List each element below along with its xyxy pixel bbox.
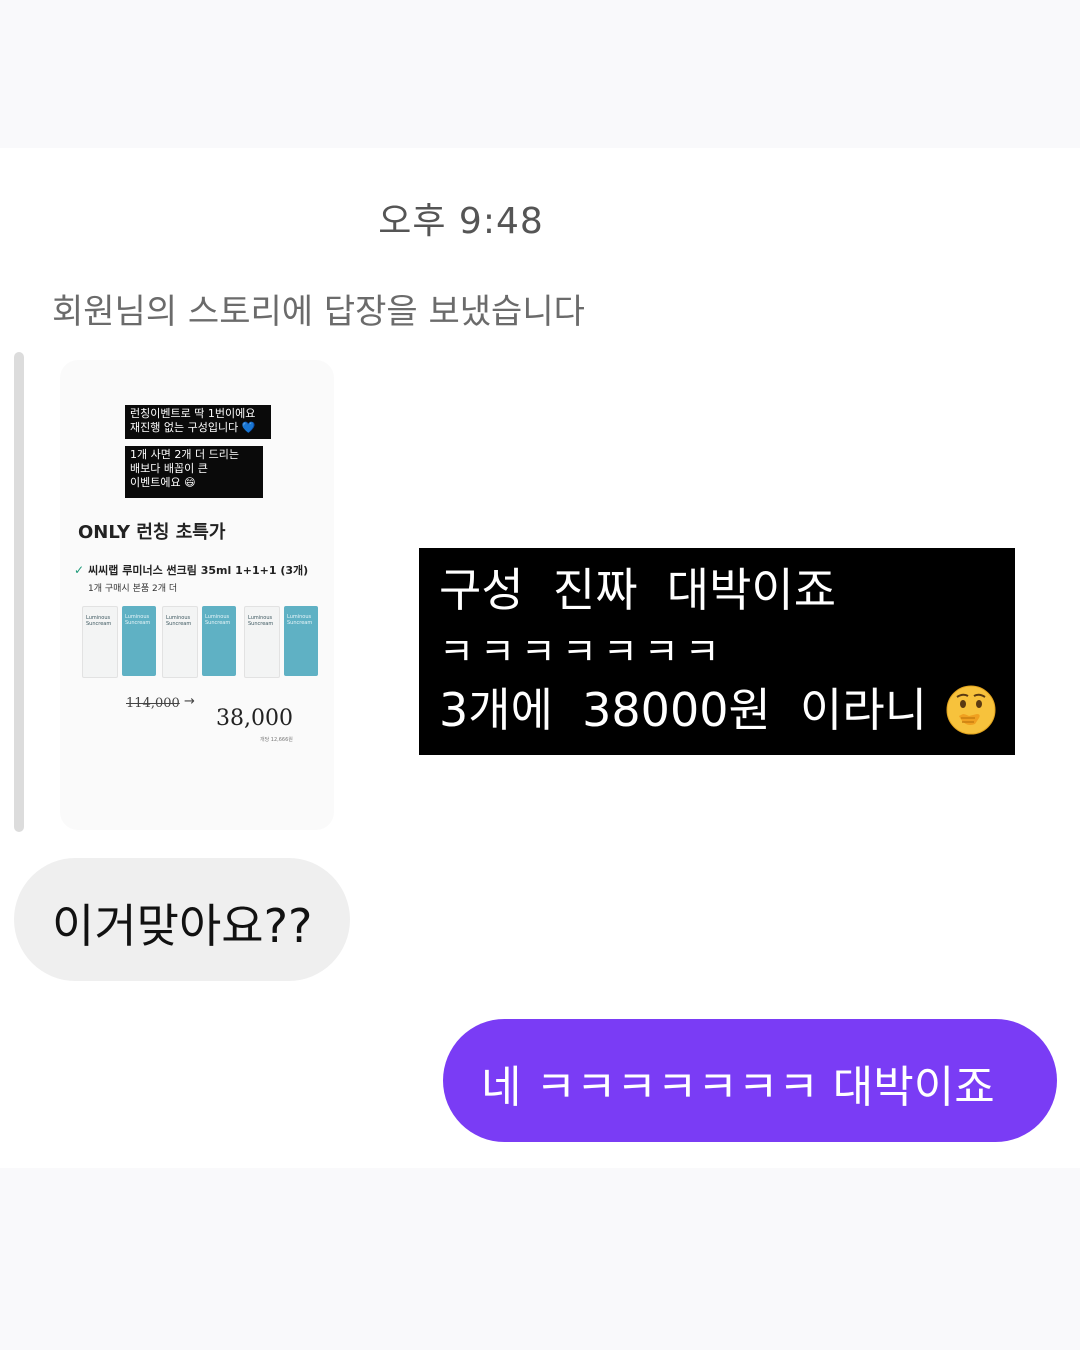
sunscreen-tube: Luminous Suncream (284, 606, 318, 676)
message-timestamp: 오후 9:48 (378, 201, 544, 242)
tube-label: Luminous Suncream (287, 614, 313, 626)
shushing-face-icon (946, 685, 996, 735)
sale-price: 38,000 (216, 706, 293, 731)
product-name: ✓ 씨씨랩 루미너스 썬크림 35ml 1+1+1 (3개) (74, 562, 308, 578)
sunscreen-tube: Luminous Suncream (244, 606, 280, 678)
story-text-sticker: 1개 사면 2개 더 드리는 배보다 배꼽이 큰 이벤트에요 😄 (125, 446, 263, 498)
arrow-right-icon: → (184, 694, 195, 709)
sunscreen-tube: Luminous Suncream (82, 606, 118, 678)
story-text-reply: 구성 진짜 대박이죠 ㅋㅋㅋㅋㅋㅋㅋ 3개에 38000원 이라니 (419, 548, 1015, 755)
sent-message-bubble[interactable]: 네 ㅋㅋㅋㅋㅋㅋㅋ 대박이죠 (443, 1019, 1057, 1142)
unit-price-note: 개당 12,666원 (260, 737, 293, 743)
sent-message-text: 네 ㅋㅋㅋㅋㅋㅋㅋ 대박이죠 (481, 1062, 995, 1113)
check-icon: ✓ (74, 563, 85, 577)
top-background (0, 0, 1080, 148)
tube-label: Luminous Suncream (248, 615, 274, 627)
received-message-bubble[interactable]: 이거맞아요?? (14, 858, 350, 981)
original-price: 114,000 (126, 696, 180, 711)
story-quote-bar (14, 352, 24, 832)
product-image: Luminous Suncream Luminous Suncream Lumi… (82, 606, 318, 678)
story-preview[interactable]: 런칭이벤트로 딱 1번이에요 재진행 없는 구성입니다 💙 1개 사면 2개 더… (60, 360, 334, 830)
product-name-text: 씨씨랩 루미너스 썬크림 35ml 1+1+1 (3개) (88, 564, 309, 577)
product-subtext: 1개 구매시 본품 2개 더 (88, 584, 178, 594)
sunscreen-tube: Luminous Suncream (202, 606, 236, 676)
reply-line: 구성 진짜 대박이죠 (439, 563, 837, 617)
tube-label: Luminous Suncream (205, 614, 231, 626)
sunscreen-tube: Luminous Suncream (122, 606, 156, 676)
story-reply-caption: 회원님의 스토리에 답장을 보냈습니다 (52, 292, 585, 332)
promo-title: ONLY 런칭 초특가 (78, 522, 226, 543)
tube-label: Luminous Suncream (86, 615, 112, 627)
sunscreen-tube: Luminous Suncream (162, 606, 198, 678)
story-text-sticker: 런칭이벤트로 딱 1번이에요 재진행 없는 구성입니다 💙 (125, 405, 271, 439)
reply-line: ㅋㅋㅋㅋㅋㅋㅋ (439, 630, 726, 674)
received-message-text: 이거맞아요?? (52, 899, 313, 953)
tube-label: Luminous Suncream (166, 615, 192, 627)
tube-label: Luminous Suncream (125, 614, 151, 626)
bottom-background (0, 1168, 1080, 1350)
reply-line: 3개에 38000원 이라니 (439, 683, 928, 737)
